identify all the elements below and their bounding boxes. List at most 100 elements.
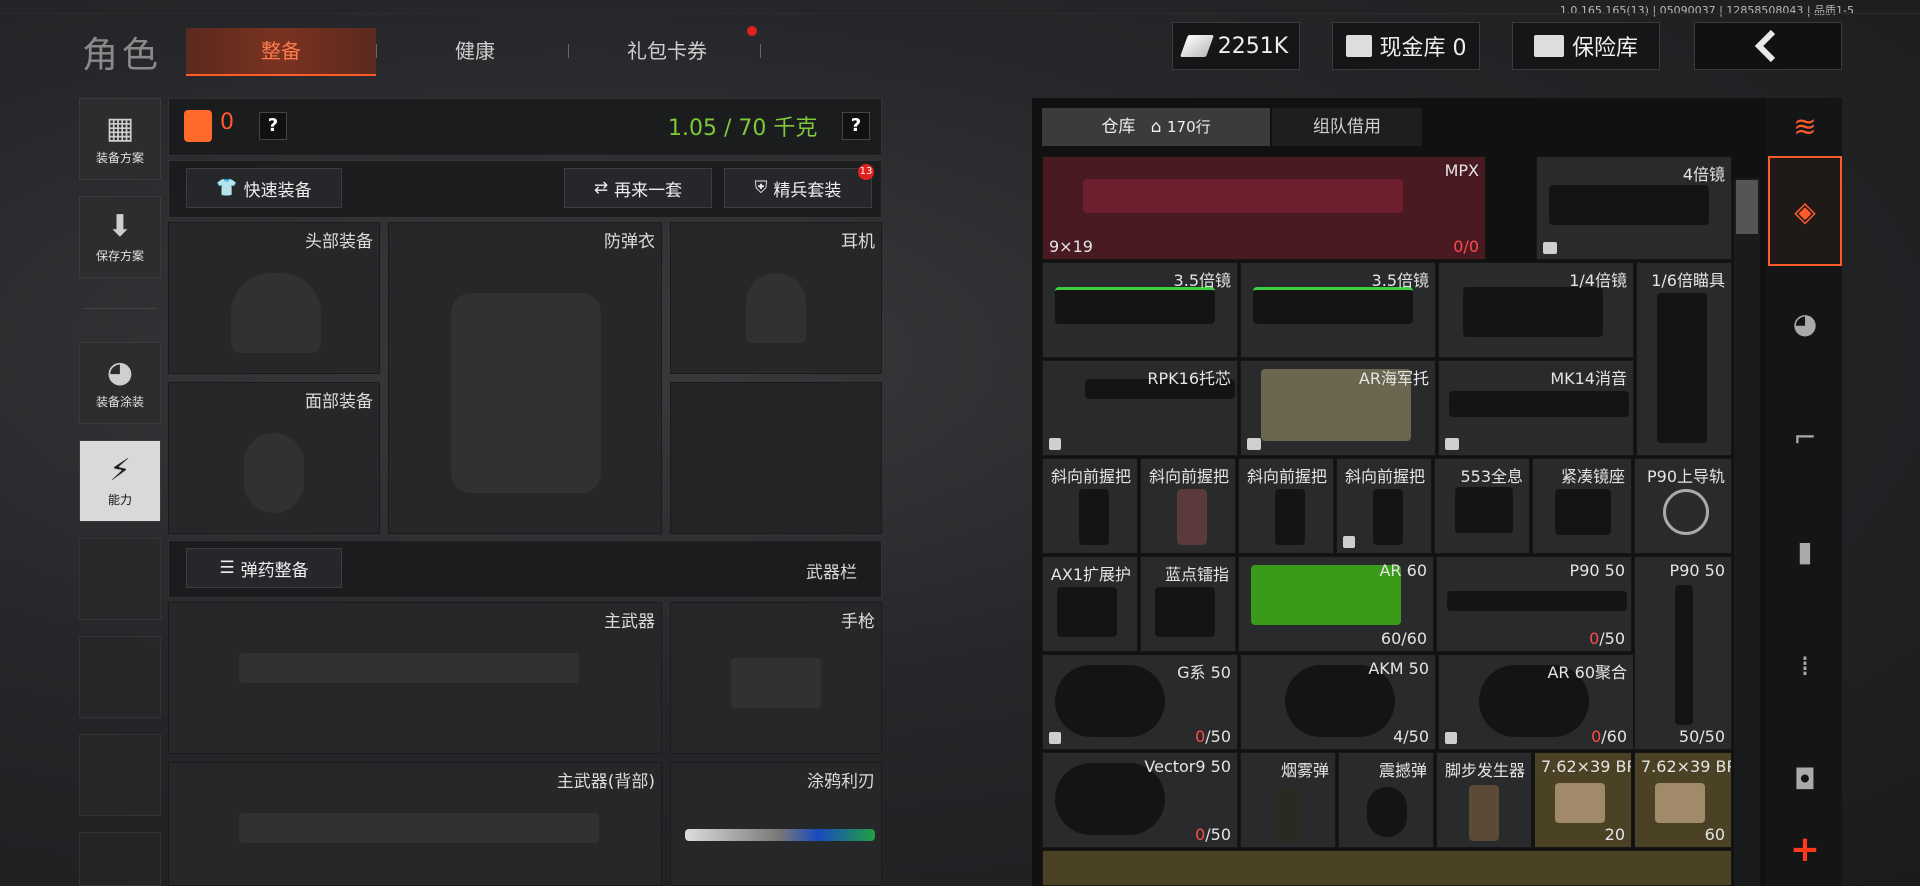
item-name: MPX xyxy=(1444,161,1479,180)
tab-equip[interactable]: 整备 xyxy=(186,28,376,76)
stash-item-angled-grip[interactable]: 斜向前握把 xyxy=(1238,458,1334,554)
cash-vault-button[interactable]: 现金库 0 xyxy=(1332,22,1480,70)
rifle-silhouette-icon xyxy=(239,813,599,843)
stash-item-smoke-grenade[interactable]: 烟雾弹 xyxy=(1240,752,1336,848)
safe-box-button[interactable]: 保险库 xyxy=(1512,22,1660,70)
category-magazine-icon[interactable]: ▮ xyxy=(1768,496,1842,606)
item-name: 7.62×39 BP xyxy=(1641,757,1732,776)
weight-readout: 1.05 / 70 千克 xyxy=(668,116,818,141)
quick-equip-button[interactable]: 👕 快速装备 xyxy=(186,168,342,208)
tab-warehouse[interactable]: 仓库 ⌂ 170行 xyxy=(1042,108,1270,146)
version-text: 1.0.165.165(13) | 05090037 | 12858508043… xyxy=(1559,4,1854,17)
item-name: P90 50 xyxy=(1569,561,1625,580)
scrollbar-thumb[interactable] xyxy=(1736,180,1758,234)
ammo-icon: ☰ xyxy=(219,558,235,578)
ammo-loadout-button[interactable]: ☰ 弹药整备 xyxy=(186,548,342,588)
back-button[interactable] xyxy=(1694,22,1842,70)
money-icon xyxy=(1179,35,1214,57)
stash-item-angled-grip[interactable]: 斜向前握把 xyxy=(1140,458,1236,554)
armor-slot[interactable]: 防弹衣 xyxy=(388,222,662,534)
category-helmet-icon[interactable]: ◕ xyxy=(1768,268,1842,378)
item-name: 1/6倍瞄具 xyxy=(1651,271,1725,290)
pistol-silhouette-icon xyxy=(731,658,821,708)
stash-item-angled-grip[interactable]: 斜向前握把 xyxy=(1042,458,1138,554)
stash-item-p90-50[interactable]: P90 50 0/50 xyxy=(1436,556,1632,652)
stash-item-1-6x-sight[interactable]: 1/6倍瞄具 xyxy=(1636,262,1732,456)
rifle-silhouette-icon xyxy=(239,653,579,683)
stash-item-akm-50[interactable]: AKM 50 4/50 xyxy=(1240,654,1436,750)
elite-set-button[interactable]: ⛨ 精兵套装 xyxy=(724,168,872,208)
stash-item-vector9-50[interactable]: Vector9 50 0/50 xyxy=(1042,752,1238,848)
skin-button[interactable]: ◕ 装备涂装 xyxy=(79,342,161,424)
category-all-icon[interactable]: ◈ xyxy=(1768,156,1842,266)
weight-help-button[interactable]: ? xyxy=(842,112,870,140)
category-rifle-icon[interactable]: ⌐ xyxy=(1768,382,1842,492)
stash-item-compact-mount[interactable]: 紧凑镜座 xyxy=(1532,458,1632,554)
stash-item-7.62-bp[interactable]: 7.62×39 BP 20 xyxy=(1534,752,1632,848)
stash-item-flashbang[interactable]: 震撼弹 xyxy=(1338,752,1434,848)
head-slot[interactable]: 头部装备 xyxy=(168,222,380,374)
stash-item-1-4x-scope[interactable]: 1/4倍镜 xyxy=(1438,262,1634,358)
tab-health[interactable]: 健康 xyxy=(380,28,570,74)
reroll-button[interactable]: ⇄ 再来一套 xyxy=(564,168,712,208)
add-icon[interactable]: + xyxy=(1768,812,1842,886)
face-slot[interactable]: 面部装备 xyxy=(168,382,380,534)
scrollbar-track[interactable] xyxy=(1734,178,1760,886)
pistol-label: 手枪 xyxy=(841,612,875,632)
pistol-slot[interactable]: 手枪 xyxy=(670,602,882,754)
laser-icon xyxy=(1155,587,1215,637)
currency-display[interactable]: 2251K xyxy=(1172,22,1300,70)
stash-item-ar-navy-stock[interactable]: AR海军托 xyxy=(1240,360,1436,456)
tab-team-borrow[interactable]: 组队借用 xyxy=(1272,108,1422,146)
category-ammo-icon[interactable]: ⁞ xyxy=(1768,610,1842,720)
smoke-grenade-icon xyxy=(1277,787,1301,843)
headset-slot[interactable]: 耳机 xyxy=(670,222,882,374)
stash-item-7.62-bp[interactable]: 7.62×39 BP 60 xyxy=(1634,752,1732,848)
melee-slot[interactable]: 涂鸦利刃 xyxy=(670,762,882,886)
stash-item-p90-rail[interactable]: P90上导轨 xyxy=(1634,458,1732,554)
flashbang-icon xyxy=(1367,787,1407,837)
ability-label: 能力 xyxy=(107,493,132,507)
weapon-bar-label: 武器栏 xyxy=(806,563,857,583)
tab-gift-cards[interactable]: 礼包卡券 xyxy=(572,28,762,74)
help-button[interactable]: ? xyxy=(259,112,287,140)
stash-item-ax1-handguard[interactable]: AX1扩展护 xyxy=(1042,556,1138,652)
elite-set-badge: 13 xyxy=(858,164,874,180)
primary-back-slot[interactable]: 主武器(背部) xyxy=(168,762,662,886)
item-count: 4/50 xyxy=(1393,727,1429,746)
stash-item-3.5x-scope[interactable]: 3.5倍镜 xyxy=(1240,262,1436,358)
magazine-icon xyxy=(1675,585,1693,725)
scope-icon xyxy=(1549,185,1709,225)
stash-item-3.5x-scope[interactable]: 3.5倍镜 xyxy=(1042,262,1238,358)
stash-item-mpx[interactable]: MPX 9×19 0/0 xyxy=(1042,156,1486,260)
ammo-loadout-label: 弹药整备 xyxy=(240,560,309,581)
cash-vault-label: 现金库 0 xyxy=(1379,36,1467,61)
primary-weapon-label: 主武器 xyxy=(604,612,655,632)
ability-button[interactable]: ⚡ 能力 xyxy=(79,440,161,522)
primary-weapon-slot[interactable]: 主武器 xyxy=(168,602,662,754)
stash-item-mk14-suppressor[interactable]: MK14消音 xyxy=(1438,360,1634,456)
stash-item-rpk16-buffer[interactable]: RPK16托芯 xyxy=(1042,360,1238,456)
sort-layers-icon[interactable]: ≋ xyxy=(1768,98,1842,154)
save-plan-button[interactable]: ⬇ 保存方案 xyxy=(79,196,161,278)
lightning-icon: ⚡ xyxy=(109,453,131,488)
stash-item-blue-laser[interactable]: 蓝点镭指 xyxy=(1140,556,1236,652)
item-name: 3.5倍镜 xyxy=(1371,271,1429,290)
item-name: 7.62×39 BP xyxy=(1541,757,1632,776)
stash-item-553-holo[interactable]: 553全息 xyxy=(1434,458,1530,554)
stash-item-ar-60-poly[interactable]: AR 60聚合 0/60 xyxy=(1438,654,1634,750)
stash-item-angled-grip[interactable]: 斜向前握把 xyxy=(1336,458,1432,554)
stash-item-p90-50[interactable]: P90 50 50/50 xyxy=(1634,556,1732,750)
stash-item-4x-scope[interactable]: 4倍镜 xyxy=(1536,156,1732,260)
stash-item-footstep-generator[interactable]: 脚步发生器 xyxy=(1436,752,1532,848)
item-name: Vector9 50 xyxy=(1144,757,1231,776)
stash-item-g-drum-50[interactable]: G系 50 0/50 xyxy=(1042,654,1238,750)
empty-sidebar-slot xyxy=(79,832,161,886)
loadout-plan-button[interactable]: ▦ 装备方案 xyxy=(79,98,161,180)
item-name: RPK16托芯 xyxy=(1147,369,1231,388)
home-icon: ⌂ xyxy=(1150,117,1162,137)
empty-sidebar-slot xyxy=(79,538,161,620)
drum-mag-icon xyxy=(1055,665,1165,737)
stash-row-partial[interactable] xyxy=(1042,850,1732,886)
stash-item-ar-60[interactable]: AR 60 60/60 xyxy=(1238,556,1434,652)
